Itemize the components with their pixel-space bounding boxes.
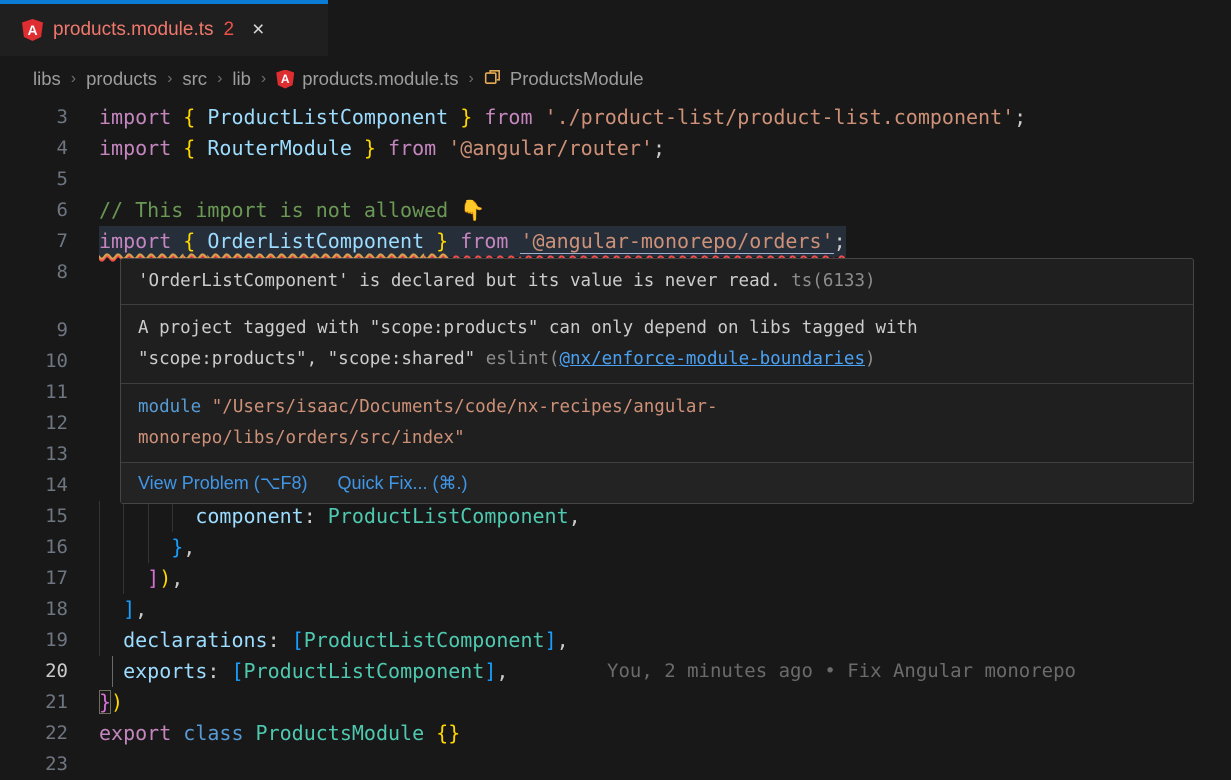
breadcrumb-label: products <box>86 68 157 90</box>
breadcrumb-item-productsmodule[interactable]: ProductsModule <box>484 68 644 91</box>
code-line-18[interactable]: 18 ], <box>0 594 1231 625</box>
code-text[interactable]: export class ProductsModule {} <box>99 718 460 749</box>
code-text[interactable]: import { OrderListComponent } from '@ang… <box>99 226 846 257</box>
view-problem-button[interactable]: View Problem (⌥F8) <box>138 468 307 498</box>
tab-products-module[interactable]: A products.module.ts 2 × <box>0 0 328 56</box>
hover-actions-row: View Problem (⌥F8) Quick Fix... (⌘.) <box>121 463 1193 503</box>
hover-diagnostic-row: 'OrderListComponent' is declared but its… <box>121 259 1193 305</box>
line-number[interactable]: 17 <box>0 563 68 594</box>
chevron-right-icon: › <box>166 70 173 88</box>
code-line-17[interactable]: 17 ]), <box>0 563 1231 594</box>
diagnostic-source: ts(6133) <box>781 271 876 291</box>
breadcrumb-item-src[interactable]: src <box>182 68 207 90</box>
code-line-22[interactable]: 22 export class ProductsModule {} <box>0 718 1231 749</box>
line-number[interactable]: 14 <box>0 470 68 501</box>
line-number[interactable]: 19 <box>0 625 68 656</box>
chevron-right-icon: › <box>468 70 475 88</box>
angular-icon: A <box>22 19 43 41</box>
breadcrumb-item-libs[interactable]: libs <box>33 68 61 90</box>
code-line-7[interactable]: 7 import { OrderListComponent } from '@an… <box>0 226 1231 257</box>
hover-module-row: module "/Users/isaac/Documents/code/nx-r… <box>121 384 1193 463</box>
line-number[interactable]: 12 <box>0 408 68 439</box>
error-squiggle: import { OrderListComponent } from '@ang… <box>99 229 846 254</box>
code-line-4[interactable]: 4 import { RouterModule } from '@angular/… <box>0 133 1231 164</box>
code-text[interactable]: ], <box>99 594 147 625</box>
hover-popup: 'OrderListComponent' is declared but its… <box>120 258 1194 504</box>
line-number[interactable]: 15 <box>0 501 68 532</box>
line-number[interactable]: 20 <box>0 656 68 687</box>
breadcrumb: libs › products › src › lib › Aproducts.module.t… <box>0 56 1231 102</box>
module-path-line1: "/Users/isaac/Documents/code/nx-recipes/… <box>212 397 718 417</box>
code-text[interactable]: declarations: [ProductListComponent], <box>99 625 569 656</box>
code-text[interactable]: component: ProductListComponent, <box>99 501 581 532</box>
code-line-21[interactable]: 21}) <box>0 687 1231 718</box>
code-line-3[interactable]: 3 import { ProductListComponent } from '.… <box>0 102 1231 133</box>
line-number[interactable]: 4 <box>0 133 68 164</box>
line-number[interactable]: 13 <box>0 439 68 470</box>
line-number[interactable]: 11 <box>0 377 68 408</box>
code-text[interactable]: }) <box>99 687 123 718</box>
line-number[interactable]: 18 <box>0 594 68 625</box>
code-line-6[interactable]: 6 // This import is not allowed 👇 <box>0 195 1231 226</box>
breadcrumb-label: libs <box>33 68 61 90</box>
line-number[interactable]: 21 <box>0 687 68 718</box>
line-number[interactable]: 16 <box>0 532 68 563</box>
line-number[interactable]: 8 <box>0 257 68 288</box>
line-number[interactable]: 7 <box>0 226 68 257</box>
chevron-right-icon: › <box>260 70 267 88</box>
breadcrumb-label: src <box>182 68 207 90</box>
quick-fix-button[interactable]: Quick Fix... (⌘.) <box>337 468 467 498</box>
vscode-window: A products.module.ts 2 × libs › products › s… <box>0 0 1231 780</box>
code-line-20[interactable]: 20 exports: [ProductListComponent], You, … <box>0 656 1231 687</box>
code-text[interactable]: import { ProductListComponent } from './… <box>99 102 1026 133</box>
code-line-23[interactable]: 23 <box>0 749 1231 780</box>
module-keyword: module <box>138 397 212 417</box>
code-line-15[interactable]: 15 component: ProductListComponent, <box>0 501 1231 532</box>
diagnostic-message: 'OrderListComponent' is declared but its… <box>138 271 781 291</box>
code-text[interactable]: // This import is not allowed 👇 <box>99 195 485 226</box>
hover-eslint-row: A project tagged with "scope:products" c… <box>121 305 1193 384</box>
line-number[interactable]: 23 <box>0 749 68 780</box>
line-number[interactable]: 3 <box>0 102 68 133</box>
angular-icon: A <box>276 70 294 89</box>
line-number[interactable]: 22 <box>0 718 68 749</box>
tab-filename: products.module.ts <box>53 19 214 41</box>
module-path-line2: monorepo/libs/orders/src/index" <box>138 428 465 448</box>
code-line-16[interactable]: 16 }, <box>0 532 1231 563</box>
eslint-message-line1: A project tagged with "scope:products" c… <box>138 313 1176 344</box>
breadcrumb-item-lib[interactable]: lib <box>232 68 251 90</box>
code-line-5[interactable]: 5 <box>0 164 1231 195</box>
line-number[interactable]: 6 <box>0 195 68 226</box>
code-text[interactable]: import { RouterModule } from '@angular/r… <box>99 133 665 164</box>
line-number[interactable]: 10 <box>0 346 68 377</box>
code-text[interactable]: ]), <box>99 563 183 594</box>
line-number[interactable]: 5 <box>0 164 68 195</box>
chevron-right-icon: › <box>216 70 223 88</box>
code-line-19[interactable]: 19 declarations: [ProductListComponent], <box>0 625 1231 656</box>
chevron-right-icon: › <box>70 70 77 88</box>
class-symbol-icon <box>484 68 502 91</box>
breadcrumb-item-products-module-ts[interactable]: Aproducts.module.ts <box>276 68 458 90</box>
breadcrumb-label: products.module.ts <box>302 68 458 90</box>
problems-badge: 2 <box>224 19 235 41</box>
breadcrumb-label: ProductsModule <box>510 68 644 90</box>
breadcrumb-item-products[interactable]: products <box>86 68 157 90</box>
code-text[interactable]: exports: [ProductListComponent], <box>99 656 508 687</box>
eslint-message-line2: "scope:products", "scope:shared" eslint(… <box>138 344 1176 375</box>
line-number[interactable]: 9 <box>0 315 68 346</box>
breadcrumb-label: lib <box>232 68 251 90</box>
tab-bar: A products.module.ts 2 × <box>0 0 1231 56</box>
code-text[interactable]: }, <box>99 532 195 563</box>
close-icon[interactable]: × <box>252 18 264 42</box>
git-blame-annotation: You, 2 minutes ago • Fix Angular monorep… <box>607 656 1076 687</box>
eslint-rule-link[interactable]: @nx/enforce-module-boundaries <box>559 349 865 369</box>
